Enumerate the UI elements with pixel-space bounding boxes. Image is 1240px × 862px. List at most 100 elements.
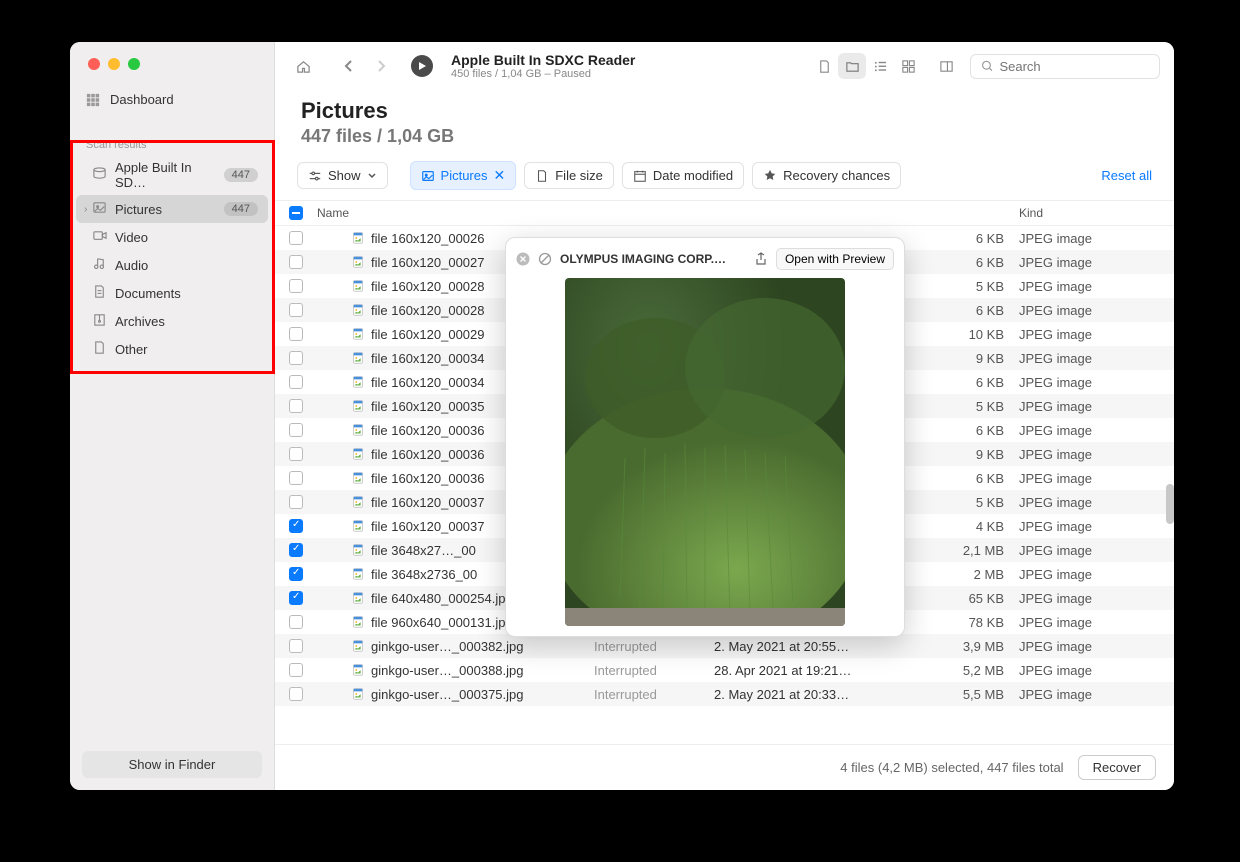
row-checkbox[interactable]: [289, 495, 303, 509]
status-bar: 4 files (4,2 MB) selected, 447 files tot…: [275, 744, 1174, 790]
pictures-filter-chip[interactable]: Pictures ✕: [410, 161, 517, 190]
show-filter-button[interactable]: Show: [297, 162, 388, 189]
file-size: 10 KB: [934, 327, 1014, 342]
file-kind: JPEG image: [1014, 519, 1174, 534]
table-row[interactable]: ginkgo-user…_000375.jpgInterrupted2. May…: [275, 682, 1174, 706]
app-window: Dashboard Scan results Apple Built In SD…: [70, 42, 1174, 790]
toolbar-title: Apple Built In SDXC Reader: [451, 52, 800, 68]
file-name: file 160x120_00029: [371, 327, 485, 342]
sidebar-item-documents[interactable]: Documents: [76, 279, 268, 307]
row-checkbox[interactable]: [289, 519, 303, 533]
row-checkbox[interactable]: [289, 255, 303, 269]
file-size: 3,9 MB: [934, 639, 1014, 654]
window-controls: [70, 42, 274, 70]
file-kind: JPEG image: [1014, 303, 1174, 318]
file-size: 2,1 MB: [934, 543, 1014, 558]
recovery-filter-button[interactable]: Recovery chances: [752, 162, 901, 189]
row-checkbox[interactable]: [289, 591, 303, 605]
search-input[interactable]: [999, 59, 1149, 74]
row-checkbox[interactable]: [289, 567, 303, 581]
row-checkbox[interactable]: [289, 447, 303, 461]
selection-status: 4 files (4,2 MB) selected, 447 files tot…: [840, 760, 1063, 775]
file-size: 65 KB: [934, 591, 1014, 606]
close-window-button[interactable]: [88, 58, 100, 70]
maximize-window-button[interactable]: [128, 58, 140, 70]
page-subtitle: 447 files / 1,04 GB: [301, 126, 1148, 147]
file-size: 9 KB: [934, 447, 1014, 462]
row-checkbox[interactable]: [289, 615, 303, 629]
row-checkbox[interactable]: [289, 375, 303, 389]
sidebar-item-video[interactable]: Video: [76, 223, 268, 251]
file-size: 5 KB: [934, 399, 1014, 414]
file-kind: JPEG image: [1014, 279, 1174, 294]
view-list-button[interactable]: [866, 53, 894, 79]
file-size-filter-button[interactable]: File size: [524, 162, 614, 189]
reset-filters-link[interactable]: Reset all: [1101, 168, 1152, 183]
row-checkbox[interactable]: [289, 687, 303, 701]
home-button[interactable]: [289, 53, 317, 79]
view-folder-button[interactable]: [838, 53, 866, 79]
home-icon: [296, 59, 311, 74]
file-name: file 160x120_00037: [371, 519, 485, 534]
file-size: 4 KB: [934, 519, 1014, 534]
scrollbar[interactable]: [1166, 484, 1174, 524]
dashboard-link[interactable]: Dashboard: [86, 86, 264, 113]
close-preview-icon[interactable]: [516, 252, 530, 266]
play-icon: [417, 61, 427, 71]
table-row[interactable]: ginkgo-user…_000382.jpgInterrupted2. May…: [275, 634, 1174, 658]
preview-popover: OLYMPUS IMAGING CORP.… Open with Preview: [505, 237, 905, 637]
filter-bar: Show Pictures ✕ File size Date modified …: [275, 161, 1174, 200]
view-doc-button[interactable]: [810, 53, 838, 79]
file-kind: JPEG image: [1014, 231, 1174, 246]
row-checkbox[interactable]: [289, 639, 303, 653]
column-kind[interactable]: Kind: [1014, 206, 1174, 220]
sidebar-item-audio[interactable]: Audio: [76, 251, 268, 279]
row-checkbox[interactable]: [289, 399, 303, 413]
recover-button[interactable]: Recover: [1078, 755, 1156, 780]
forward-button[interactable]: [367, 53, 395, 79]
resume-scan-button[interactable]: [411, 55, 433, 77]
panel-toggle-button[interactable]: [932, 53, 960, 79]
share-icon[interactable]: [754, 252, 768, 266]
calendar-icon: [633, 169, 647, 183]
sidebar-item-archives[interactable]: Archives: [76, 307, 268, 335]
column-name[interactable]: Name: [317, 206, 594, 220]
date-filter-button[interactable]: Date modified: [622, 162, 744, 189]
star-icon: [763, 169, 777, 183]
row-checkbox[interactable]: [289, 471, 303, 485]
select-all-checkbox[interactable]: [289, 206, 303, 220]
page-title: Pictures: [301, 98, 1148, 124]
doc-icon: [92, 284, 107, 302]
row-checkbox[interactable]: [289, 303, 303, 317]
count-badge: 447: [224, 202, 258, 216]
minimize-window-button[interactable]: [108, 58, 120, 70]
row-checkbox[interactable]: [289, 279, 303, 293]
file-date: 28. Apr 2021 at 19:21…: [714, 663, 934, 678]
sidebar-item-other[interactable]: Other: [76, 335, 268, 363]
row-checkbox[interactable]: [289, 423, 303, 437]
row-checkbox[interactable]: [289, 231, 303, 245]
table-row[interactable]: ginkgo-user…_000388.jpgInterrupted28. Ap…: [275, 658, 1174, 682]
toolbar: Apple Built In SDXC Reader 450 files / 1…: [275, 42, 1174, 90]
back-button[interactable]: [335, 53, 363, 79]
file-size: 5,2 MB: [934, 663, 1014, 678]
open-with-preview-button[interactable]: Open with Preview: [776, 248, 894, 270]
row-checkbox[interactable]: [289, 543, 303, 557]
video-icon: [92, 228, 107, 246]
view-grid-button[interactable]: [894, 53, 922, 79]
sidebar-item-label: Archives: [115, 314, 165, 329]
row-checkbox[interactable]: [289, 663, 303, 677]
image-icon: [421, 169, 435, 183]
chevron-right-icon: [376, 59, 386, 73]
sidebar-item-applebuiltinsd[interactable]: Apple Built In SD…447: [76, 155, 268, 195]
audio-icon: [92, 256, 107, 274]
show-in-finder-button[interactable]: Show in Finder: [82, 751, 262, 778]
search-field[interactable]: [970, 54, 1160, 79]
block-icon[interactable]: [538, 252, 552, 266]
row-checkbox[interactable]: [289, 351, 303, 365]
row-checkbox[interactable]: [289, 327, 303, 341]
file-date: 2. May 2021 at 20:33…: [714, 687, 934, 702]
remove-filter-icon[interactable]: ✕: [494, 167, 506, 184]
file-kind: JPEG image: [1014, 663, 1174, 678]
sidebar-item-pictures[interactable]: ›Pictures447: [76, 195, 268, 223]
